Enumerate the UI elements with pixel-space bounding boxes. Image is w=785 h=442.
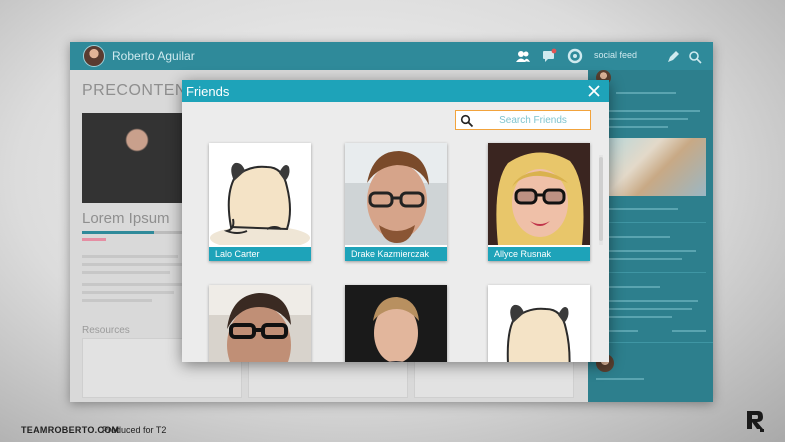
feed-text-line	[672, 330, 706, 332]
feed-text-line	[608, 300, 698, 302]
close-icon[interactable]	[588, 85, 600, 97]
resources-heading: Resources	[82, 325, 130, 336]
feed-search-icon[interactable]	[687, 49, 703, 65]
dialog-scrollbar[interactable]	[599, 155, 603, 245]
brand-logo-icon	[747, 411, 764, 432]
feed-text-line	[608, 308, 692, 310]
feed-text-line	[596, 378, 644, 380]
profile-photo-man-glasses-dark	[209, 285, 311, 362]
friend-card[interactable]	[345, 285, 447, 362]
feed-divider	[596, 222, 706, 223]
feed-text-line	[608, 236, 670, 238]
footer-produced-note: Produced for T2	[102, 425, 167, 435]
feed-text-line	[608, 316, 672, 318]
app-header: Roberto Aguilar social feed	[70, 42, 713, 70]
feed-text-line	[608, 286, 660, 288]
text-line	[82, 255, 178, 258]
profile-photo-man-suit	[345, 285, 447, 362]
text-line	[82, 283, 182, 286]
pug-placeholder-icon	[506, 304, 571, 362]
feed-text-line	[608, 208, 678, 210]
feed-divider	[596, 272, 706, 273]
friend-name: Lalo Carter	[209, 247, 311, 261]
profile-photo-woman-glasses	[488, 143, 590, 245]
content-title: Lorem Ipsum	[82, 210, 170, 227]
friend-name: Drake Kazmierczak	[345, 247, 447, 261]
friend-card[interactable]	[209, 285, 311, 362]
feed-tools	[665, 49, 703, 65]
video-progress-fill	[82, 231, 154, 234]
friend-photo	[209, 285, 311, 362]
friend-photo	[488, 143, 590, 245]
dialog-header: Friends	[182, 80, 609, 102]
settings-icon[interactable]	[567, 48, 583, 64]
scrollbar-thumb[interactable]	[599, 157, 603, 241]
feed-text-line	[608, 330, 638, 332]
feed-image[interactable]	[608, 138, 706, 196]
feed-text-line	[608, 258, 682, 260]
feed-text-line	[608, 110, 700, 112]
feed-text-line	[616, 92, 676, 94]
text-line	[82, 263, 182, 266]
video-thumbnail[interactable]	[82, 113, 182, 203]
social-feed-title: social feed	[594, 50, 638, 60]
search-friends-box[interactable]	[455, 110, 591, 130]
user-avatar[interactable]	[83, 45, 105, 67]
friend-photo-placeholder	[488, 285, 590, 362]
friends-dialog: Friends Lalo Carter	[182, 80, 609, 362]
friends-icon[interactable]	[515, 48, 531, 64]
feed-text-line	[608, 118, 688, 120]
friend-photo-placeholder	[209, 143, 311, 245]
friend-card[interactable]	[488, 285, 590, 362]
messages-icon[interactable]	[541, 48, 557, 64]
feed-text-line	[608, 126, 668, 128]
dialog-title: Friends	[186, 83, 230, 99]
friend-card-lalo-carter[interactable]: Lalo Carter	[209, 143, 311, 261]
pug-placeholder-icon	[210, 162, 310, 245]
text-line	[82, 291, 174, 294]
friend-photo	[345, 285, 447, 362]
accent-strip	[82, 238, 106, 241]
friend-photo	[345, 143, 447, 245]
text-line	[82, 299, 152, 302]
page-heading: PRECONTENT	[82, 82, 198, 99]
feed-text-line	[608, 250, 696, 252]
edit-icon[interactable]	[665, 49, 681, 65]
search-icon[interactable]	[460, 114, 474, 128]
friend-name: Allyce Rusnak	[488, 247, 590, 261]
friend-card-drake-kazmierczak[interactable]: Drake Kazmierczak	[345, 143, 447, 261]
header-icons	[515, 48, 583, 64]
video-progress-bar	[82, 231, 182, 234]
friend-card-allyce-rusnak[interactable]: Allyce Rusnak	[488, 143, 590, 261]
user-name: Roberto Aguilar	[112, 49, 195, 63]
search-input[interactable]	[478, 112, 588, 128]
text-line	[82, 271, 170, 274]
profile-photo-man-glasses	[345, 143, 447, 245]
